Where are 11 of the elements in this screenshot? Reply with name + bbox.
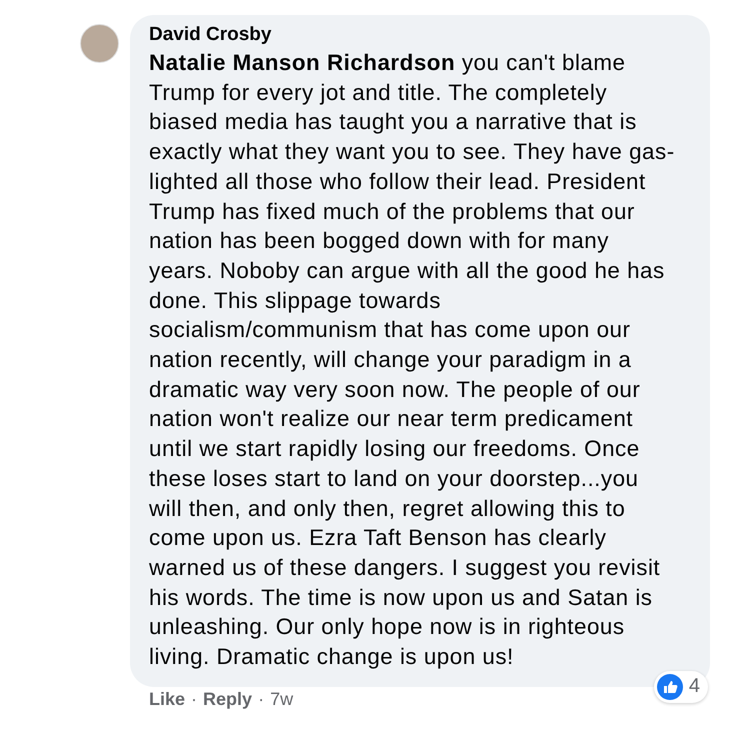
- action-link[interactable]: Reply: [203, 688, 252, 710]
- comment-author[interactable]: David Crosby: [149, 24, 690, 46]
- avatar[interactable]: [80, 24, 119, 63]
- separator-dot: ·: [191, 688, 198, 710]
- separator-dot: ·: [258, 688, 264, 710]
- comment-text: Natalie Manson Richardson you can't blame Trump for every jot and title. The completely biased media has taught you a narrative that is exactly what they want you to see. They have gas-lighted all those who follow their lead. President Trump has fixed much of the problems that our nation has been bogged down with for many years. Noboby can argue with all the good he has done. This slippage towards socialism/communism that has come upon our nation recently, will change your paradigm in a dramatic way very soon now. The people of our nation won't realize our near term predicament until we start rapidly losing our freedoms. Once these loses start to land on your doorstep...you will then, and only then, regret allowing this to come upon us. Ezra Taft Benson has clearly warned us of these dangers. I suggest you revisit his words. The time is now upon us and Satan is unleashing. Our only hope now is in righteous living. Dramatic change is upon us!: [149, 49, 676, 672]
- reaction-count: 4: [688, 675, 700, 698]
- thumbs-up-icon: [656, 674, 683, 700]
- action-link[interactable]: Like: [149, 688, 186, 710]
- reaction-badge[interactable]: 4: [654, 670, 708, 703]
- comment-time[interactable]: 7w: [270, 688, 294, 710]
